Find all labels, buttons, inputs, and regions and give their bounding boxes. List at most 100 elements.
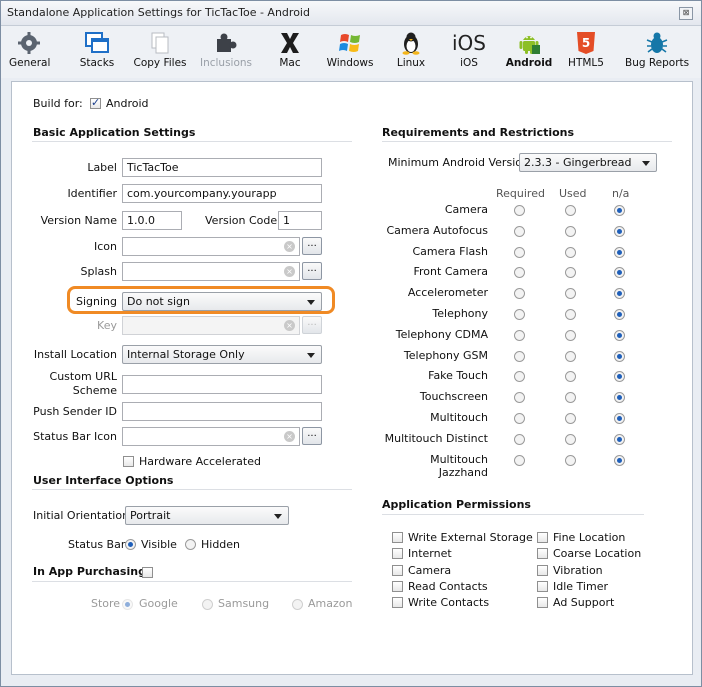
requirement-na-radio[interactable] (614, 246, 625, 258)
requirement-na-radio[interactable] (614, 454, 625, 466)
title-bar: Standalone Application Settings for TicT… (1, 1, 701, 26)
status-bar-visible-radio[interactable] (125, 539, 136, 550)
requirement-na-radio[interactable] (614, 392, 625, 404)
build-for-label: Build for: (33, 97, 83, 110)
basic-settings-heading: Basic Application Settings (33, 126, 196, 139)
splash-input[interactable]: × (122, 262, 300, 281)
identifier-input[interactable]: com.yourcompany.yourapp (122, 184, 322, 203)
requirement-used-radio[interactable] (565, 225, 576, 237)
requirement-used-radio[interactable] (565, 350, 576, 362)
icon-browse-button[interactable]: ... (302, 237, 322, 255)
requirement-required-radio[interactable] (514, 225, 525, 237)
hardware-accelerated-checkbox[interactable] (123, 456, 134, 467)
min-android-version-label: Minimum Android Version (388, 156, 529, 169)
orientation-select[interactable]: Portrait (125, 506, 289, 525)
requirement-required-radio[interactable] (514, 309, 525, 320)
divider (32, 489, 352, 490)
requirement-na-radio[interactable] (614, 225, 625, 237)
requirement-used-radio[interactable] (565, 371, 576, 383)
permission-checkbox[interactable] (392, 580, 403, 592)
permission-label: Camera (408, 563, 452, 577)
permission-checkbox[interactable] (537, 532, 548, 543)
requirement-na-radio[interactable] (614, 433, 625, 445)
requirement-used-radio[interactable] (565, 329, 576, 341)
permission-checkbox[interactable] (537, 580, 548, 592)
requirement-used-radio[interactable] (565, 413, 576, 424)
requirement-na-radio[interactable] (614, 205, 625, 216)
version-code-label: Version Code (205, 214, 278, 227)
requirement-used-radio[interactable] (565, 392, 576, 404)
push-sender-input[interactable] (122, 402, 322, 421)
label-label: Label (87, 161, 117, 174)
requirement-na-radio[interactable] (614, 413, 625, 424)
key-label: Key (97, 319, 117, 332)
custom-url-input[interactable] (122, 375, 322, 394)
requirement-used-radio[interactable] (565, 309, 576, 320)
icon-input[interactable]: × (122, 237, 300, 256)
requirement-required-radio[interactable] (514, 329, 525, 341)
requirement-used-radio[interactable] (565, 433, 576, 445)
requirement-label: Telephony GSM (403, 348, 488, 362)
requirement-used-radio[interactable] (565, 246, 576, 258)
clear-icon[interactable]: × (284, 266, 295, 277)
status-bar-icon-input[interactable]: × (122, 427, 300, 446)
toolbar: General Stacks Copy Files Inclusions Mac… (1, 26, 701, 78)
version-name-input[interactable]: 1.0.0 (122, 211, 182, 230)
requirement-used-radio[interactable] (565, 205, 576, 216)
requirement-required-radio[interactable] (514, 288, 525, 300)
requirement-required-radio[interactable] (514, 433, 525, 445)
tab-bug-reports[interactable]: Bug Reports (625, 26, 689, 76)
version-code-input[interactable]: 1 (278, 211, 322, 230)
requirement-required-radio[interactable] (514, 392, 525, 404)
requirement-required-radio[interactable] (514, 205, 525, 216)
requirement-na-radio[interactable] (614, 288, 625, 300)
permission-checkbox[interactable] (392, 564, 403, 576)
min-android-version-select[interactable]: 2.3.3 - Gingerbread (519, 153, 657, 172)
clear-icon[interactable]: × (284, 241, 295, 252)
tab-android[interactable]: Android (505, 26, 553, 76)
label-input[interactable]: TicTacToe (122, 158, 322, 177)
tab-stacks[interactable]: Stacks (77, 26, 117, 76)
clear-icon[interactable]: × (284, 431, 295, 442)
requirement-required-radio[interactable] (514, 413, 525, 424)
requirement-required-radio[interactable] (514, 350, 525, 362)
requirement-required-radio[interactable] (514, 454, 525, 466)
tab-html5[interactable]: 5 HTML5 (566, 26, 606, 76)
status-bar-icon-browse-button[interactable]: ... (302, 427, 322, 445)
permission-checkbox[interactable] (392, 532, 403, 543)
status-bar-hidden-radio[interactable] (185, 539, 196, 550)
install-location-select[interactable]: Internal Storage Only (122, 345, 322, 364)
tab-mac[interactable]: Mac (273, 26, 307, 76)
permission-label: Ad Support (553, 596, 615, 610)
tab-windows[interactable]: Windows (324, 26, 376, 76)
tab-label: HTML5 (568, 57, 604, 69)
requirement-na-radio[interactable] (614, 309, 625, 320)
tab-general[interactable]: General (9, 26, 50, 76)
permission-checkbox[interactable] (537, 597, 548, 609)
requirement-required-radio[interactable] (514, 246, 525, 258)
requirement-na-radio[interactable] (614, 267, 625, 279)
tab-ios[interactable]: iOS iOS (449, 26, 489, 76)
splash-browse-button[interactable]: ... (302, 262, 322, 280)
requirement-used-radio[interactable] (565, 288, 576, 300)
build-for-android-checkbox[interactable] (90, 96, 101, 109)
signing-select[interactable]: Do not sign (122, 292, 322, 311)
close-icon[interactable]: ⊠ (679, 7, 693, 20)
signing-label: Signing (75, 295, 117, 308)
requirement-used-radio[interactable] (565, 454, 576, 466)
requirement-na-radio[interactable] (614, 350, 625, 362)
permission-checkbox[interactable] (392, 548, 403, 560)
tab-inclusions[interactable]: Inclusions (199, 26, 253, 76)
requirement-na-radio[interactable] (614, 371, 625, 383)
requirement-used-radio[interactable] (565, 267, 576, 279)
permission-checkbox[interactable] (537, 564, 548, 576)
requirement-label: Multitouch (430, 411, 488, 424)
requirement-na-radio[interactable] (614, 329, 625, 341)
tab-linux[interactable]: Linux (393, 26, 429, 76)
in-app-purchasing-checkbox[interactable] (142, 567, 153, 578)
requirement-required-radio[interactable] (514, 371, 525, 383)
requirement-required-radio[interactable] (514, 267, 525, 279)
permission-checkbox[interactable] (392, 597, 403, 609)
permission-checkbox[interactable] (537, 548, 548, 560)
tab-copy-files[interactable]: Copy Files (133, 26, 187, 76)
